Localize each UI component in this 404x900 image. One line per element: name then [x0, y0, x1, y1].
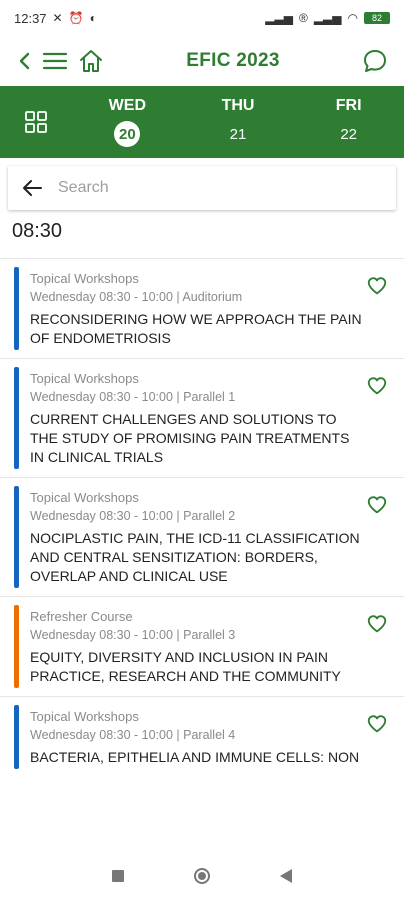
session-category: Topical Workshops: [30, 490, 139, 505]
session-title: BACTERIA, EPITHELIA AND IMMUNE CELLS: NO…: [30, 749, 360, 765]
tab-day-date: 22: [340, 125, 358, 143]
category-color-bar: [14, 705, 19, 769]
tab-wed[interactable]: WED 20: [72, 97, 183, 147]
session-item[interactable]: Topical Workshops Wednesday 08:30 - 10:0…: [0, 258, 404, 358]
session-list: Topical Workshops Wednesday 08:30 - 10:0…: [0, 258, 404, 852]
session-item[interactable]: Refresher Course Wednesday 08:30 - 10:00…: [0, 596, 404, 696]
chat-icon[interactable]: [360, 46, 390, 76]
battery-icon: 82: [364, 12, 390, 24]
heart-icon[interactable]: [366, 375, 388, 397]
status-time: 12:37: [14, 10, 47, 26]
data-icon: ®: [298, 11, 308, 25]
tab-day-name: WED: [108, 97, 146, 114]
arrow-back-icon[interactable]: [8, 179, 56, 197]
session-title: EQUITY, DIVERSITY AND INCLUSION IN PAIN …: [30, 649, 341, 684]
battery-level: 82: [371, 13, 382, 23]
category-color-bar: [14, 367, 19, 469]
session-category: Topical Workshops: [30, 371, 139, 386]
menu-icon[interactable]: [40, 46, 70, 76]
session-meta: Wednesday 08:30 - 10:00 | Auditorium: [30, 290, 243, 304]
page-title: EFIC 2023: [186, 50, 280, 71]
heart-icon[interactable]: [366, 613, 388, 635]
session-title: CURRENT CHALLENGES AND SOLUTIONS TO THE …: [30, 411, 350, 465]
session-title: NOCIPLASTIC PAIN, THE ICD-11 CLASSIFICAT…: [30, 530, 360, 584]
status-bar: 12:37 ✕ ⏰ ◐ ▂▃▅ ® ▂▃▅ ◠ 82: [0, 0, 404, 36]
back-triangle-icon[interactable]: [280, 869, 292, 883]
search-bar: [8, 166, 396, 210]
session-item[interactable]: Topical Workshops Wednesday 08:30 - 10:0…: [0, 696, 404, 777]
session-item[interactable]: Topical Workshops Wednesday 08:30 - 10:0…: [0, 358, 404, 477]
session-category: Topical Workshops: [30, 709, 139, 724]
session-meta: Wednesday 08:30 - 10:00 | Parallel 1: [30, 390, 236, 404]
home-icon[interactable]: [76, 46, 106, 76]
tab-thu[interactable]: THU 21: [183, 97, 294, 147]
session-meta: Wednesday 08:30 - 10:00 | Parallel 4: [30, 728, 236, 742]
circle-status-icon: ◐: [89, 11, 97, 25]
date-tabs: WED 20 THU 21 FRI 22: [0, 86, 404, 158]
session-category: Topical Workshops: [30, 271, 139, 286]
category-color-bar: [14, 605, 19, 688]
tab-day-name: FRI: [335, 97, 362, 114]
back-chevron-icon[interactable]: [10, 46, 40, 76]
category-color-bar: [14, 486, 19, 588]
session-item[interactable]: Topical Workshops Wednesday 08:30 - 10:0…: [0, 477, 404, 596]
cell-signal-icon: ▂▃▅: [313, 11, 342, 25]
alarm-icon: ⏰: [68, 11, 84, 25]
session-meta: Wednesday 08:30 - 10:00 | Parallel 3: [30, 628, 236, 642]
grid-view-icon[interactable]: [0, 86, 72, 158]
tab-day-name: THU: [221, 97, 255, 114]
time-slot-header: 08:30: [12, 220, 63, 242]
search-input[interactable]: [56, 178, 360, 198]
heart-icon[interactable]: [366, 275, 388, 297]
app-bar: EFIC 2023: [0, 36, 404, 86]
wifi-icon: ◠: [347, 11, 358, 25]
session-meta: Wednesday 08:30 - 10:00 | Parallel 2: [30, 509, 236, 523]
sync-off-icon: ✕: [52, 11, 63, 25]
home-circle-icon[interactable]: [194, 868, 210, 884]
tab-day-date: 21: [229, 125, 247, 143]
session-title: RECONSIDERING HOW WE APPROACH THE PAIN O…: [30, 311, 362, 346]
system-nav-bar: [0, 852, 404, 900]
recents-square-icon[interactable]: [112, 870, 124, 882]
category-color-bar: [14, 267, 19, 350]
heart-icon[interactable]: [366, 494, 388, 516]
cell-signal-icon: ▂▃▅: [265, 11, 293, 25]
session-category: Refresher Course: [30, 609, 133, 624]
tab-fri[interactable]: FRI 22: [293, 97, 404, 147]
heart-icon[interactable]: [366, 713, 388, 735]
tab-day-date: 20: [114, 121, 141, 147]
